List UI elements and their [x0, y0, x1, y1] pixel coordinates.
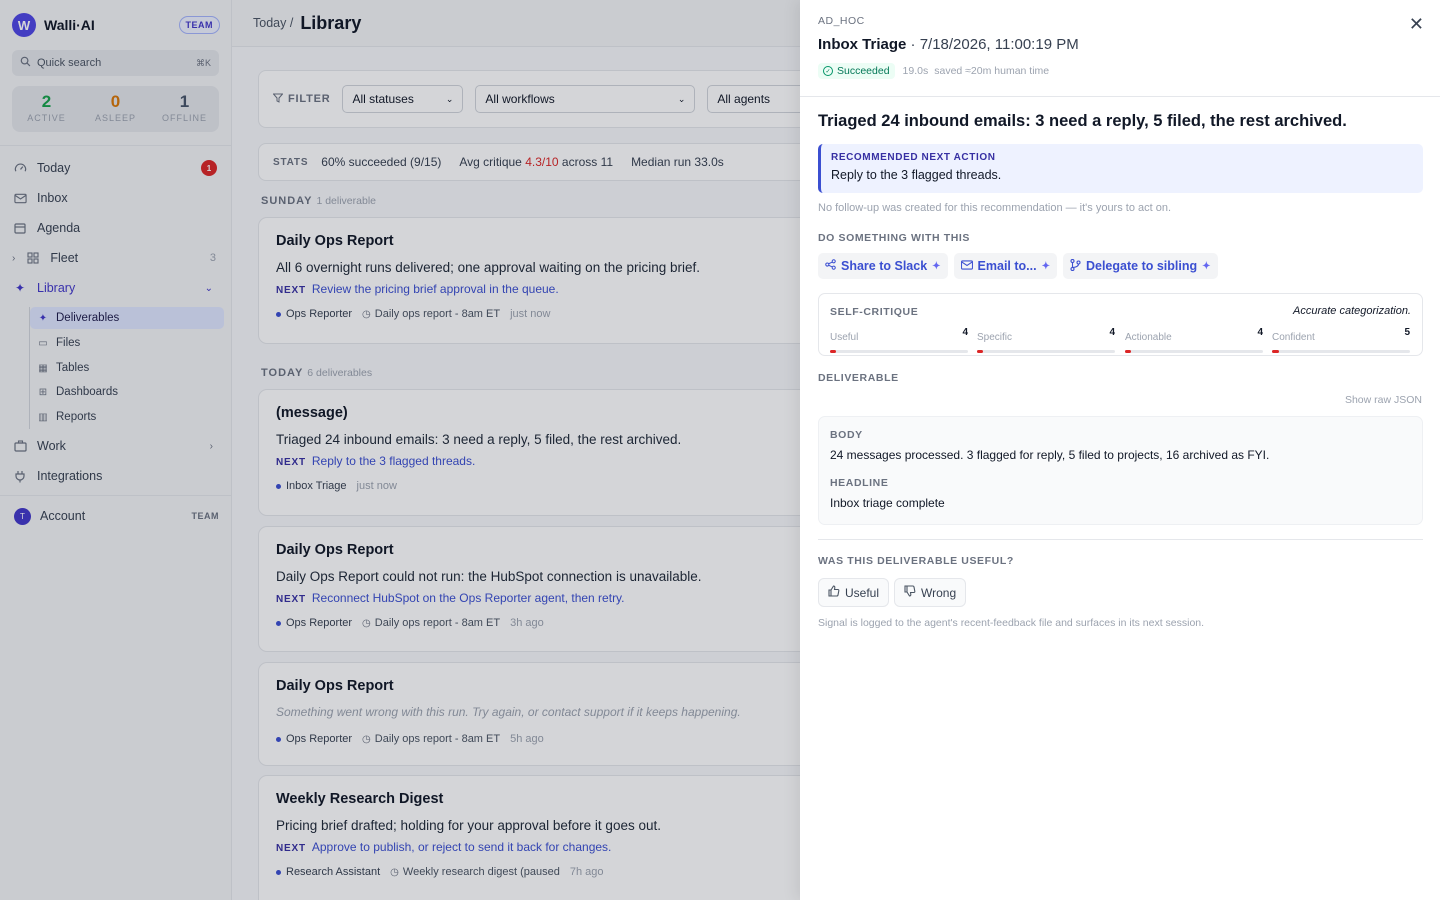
feedback-buttons: Useful Wrong — [818, 578, 971, 607]
metric-value: 4 — [1257, 327, 1263, 338]
modal-backdrop[interactable] — [0, 0, 800, 900]
workflow-name: Inbox Triage — [818, 36, 907, 53]
metric-value: 5 — [1404, 327, 1410, 338]
status-text: Succeeded — [837, 65, 890, 77]
metric-name: Confident — [1272, 332, 1315, 343]
metric-bar — [1272, 350, 1410, 353]
field-label-headline: HEADLINE — [830, 477, 889, 489]
useful-label: Useful — [845, 585, 880, 600]
mail-icon — [960, 259, 973, 273]
run-timestamp: · 7/18/2026, 11:00:19 PM — [910, 36, 1079, 53]
deliverable-fields: BODY 24 messages processed. 3 flagged fo… — [818, 416, 1423, 525]
drawer-title: Inbox Triage · 7/18/2026, 11:00:19 PM — [818, 36, 1079, 53]
metric-bar — [1125, 350, 1263, 353]
recommended-label: RECOMMENDED NEXT ACTION — [831, 152, 996, 163]
close-icon[interactable]: ✕ — [1409, 14, 1424, 35]
sparkle-icon: ✦ — [932, 260, 941, 272]
wrong-label: Wrong — [921, 585, 957, 600]
drawer-header: AD_HOC Inbox Triage · 7/18/2026, 11:00:1… — [800, 0, 1440, 97]
metric-value: 4 — [1109, 327, 1115, 338]
status-badge: ✓ Succeeded — [818, 63, 895, 79]
action-label: Delegate to sibling — [1085, 259, 1198, 273]
metric-name: Specific — [977, 332, 1013, 343]
metric-fill — [977, 350, 983, 353]
actions-section-label: DO SOMETHING WITH THIS — [818, 232, 971, 244]
check-circle-icon: ✓ — [823, 66, 833, 76]
metric-fill — [830, 350, 836, 353]
sparkle-icon: ✦ — [1202, 260, 1211, 272]
field-label-body: BODY — [830, 429, 863, 441]
share-icon — [825, 259, 836, 273]
drawer-divider — [818, 539, 1423, 540]
time-saved: saved ≈20m human time — [934, 65, 1050, 77]
critique-metric-specific: Specific 4 — [977, 327, 1115, 353]
metric-value: 4 — [962, 327, 968, 338]
critique-metric-actionable: Actionable 4 — [1125, 327, 1263, 353]
sparkle-icon: ✦ — [1041, 260, 1050, 272]
email-to-button[interactable]: Email to... ✦ — [953, 253, 1057, 279]
share-to-slack-button[interactable]: Share to Slack ✦ — [818, 253, 948, 279]
thumbs-up-icon — [828, 585, 840, 600]
deliverable-headline: Triaged 24 inbound emails: 3 need a repl… — [818, 112, 1347, 130]
run-status-row: ✓ Succeeded 19.0s saved ≈20m human time — [818, 63, 1049, 79]
self-critique-panel: SELF-CRITIQUE Accurate categorization. U… — [818, 293, 1423, 356]
feedback-question: WAS THIS DELIVERABLE USEFUL? — [818, 555, 1014, 567]
critique-quote: Accurate categorization. — [1292, 305, 1411, 317]
wrong-button[interactable]: Wrong — [894, 578, 967, 607]
useful-button[interactable]: Useful — [818, 578, 890, 607]
metric-bar — [830, 350, 968, 353]
metric-fill — [1125, 350, 1131, 353]
action-label: Email to... — [977, 259, 1037, 273]
run-duration: 19.0s — [902, 65, 929, 77]
recommended-text: Reply to the 3 flagged threads. — [831, 168, 1002, 182]
delegate-to-sibling-button[interactable]: Delegate to sibling ✦ — [1062, 253, 1218, 279]
deliverable-section-label: DELIVERABLE — [818, 372, 899, 384]
feedback-note: Signal is logged to the agent's recent-f… — [818, 617, 1205, 629]
metric-fill — [1272, 350, 1279, 353]
recommended-action: RECOMMENDED NEXT ACTION Reply to the 3 f… — [818, 144, 1423, 193]
deliverable-detail-drawer: AD_HOC Inbox Triage · 7/18/2026, 11:00:1… — [800, 0, 1440, 900]
show-raw-json-link[interactable]: Show raw JSON — [1345, 394, 1422, 406]
field-value-body: 24 messages processed. 3 flagged for rep… — [830, 448, 1270, 462]
thumbs-down-icon — [904, 585, 916, 600]
metric-name: Actionable — [1125, 332, 1172, 343]
metric-bar — [977, 350, 1115, 353]
action-label: Share to Slack — [841, 259, 928, 273]
critique-metric-confident: Confident 5 — [1272, 327, 1410, 353]
metric-name: Useful — [830, 332, 859, 343]
git-branch-icon — [1070, 258, 1081, 274]
run-kind: AD_HOC — [818, 15, 865, 27]
field-value-headline: Inbox triage complete — [830, 496, 945, 510]
recommendation-note: No follow-up was created for this recomm… — [818, 202, 1172, 214]
critique-label: SELF-CRITIQUE — [830, 306, 919, 318]
critique-metric-useful: Useful 4 — [830, 327, 968, 353]
action-buttons: Share to Slack ✦ Email to... ✦ Delegate … — [818, 253, 1224, 279]
